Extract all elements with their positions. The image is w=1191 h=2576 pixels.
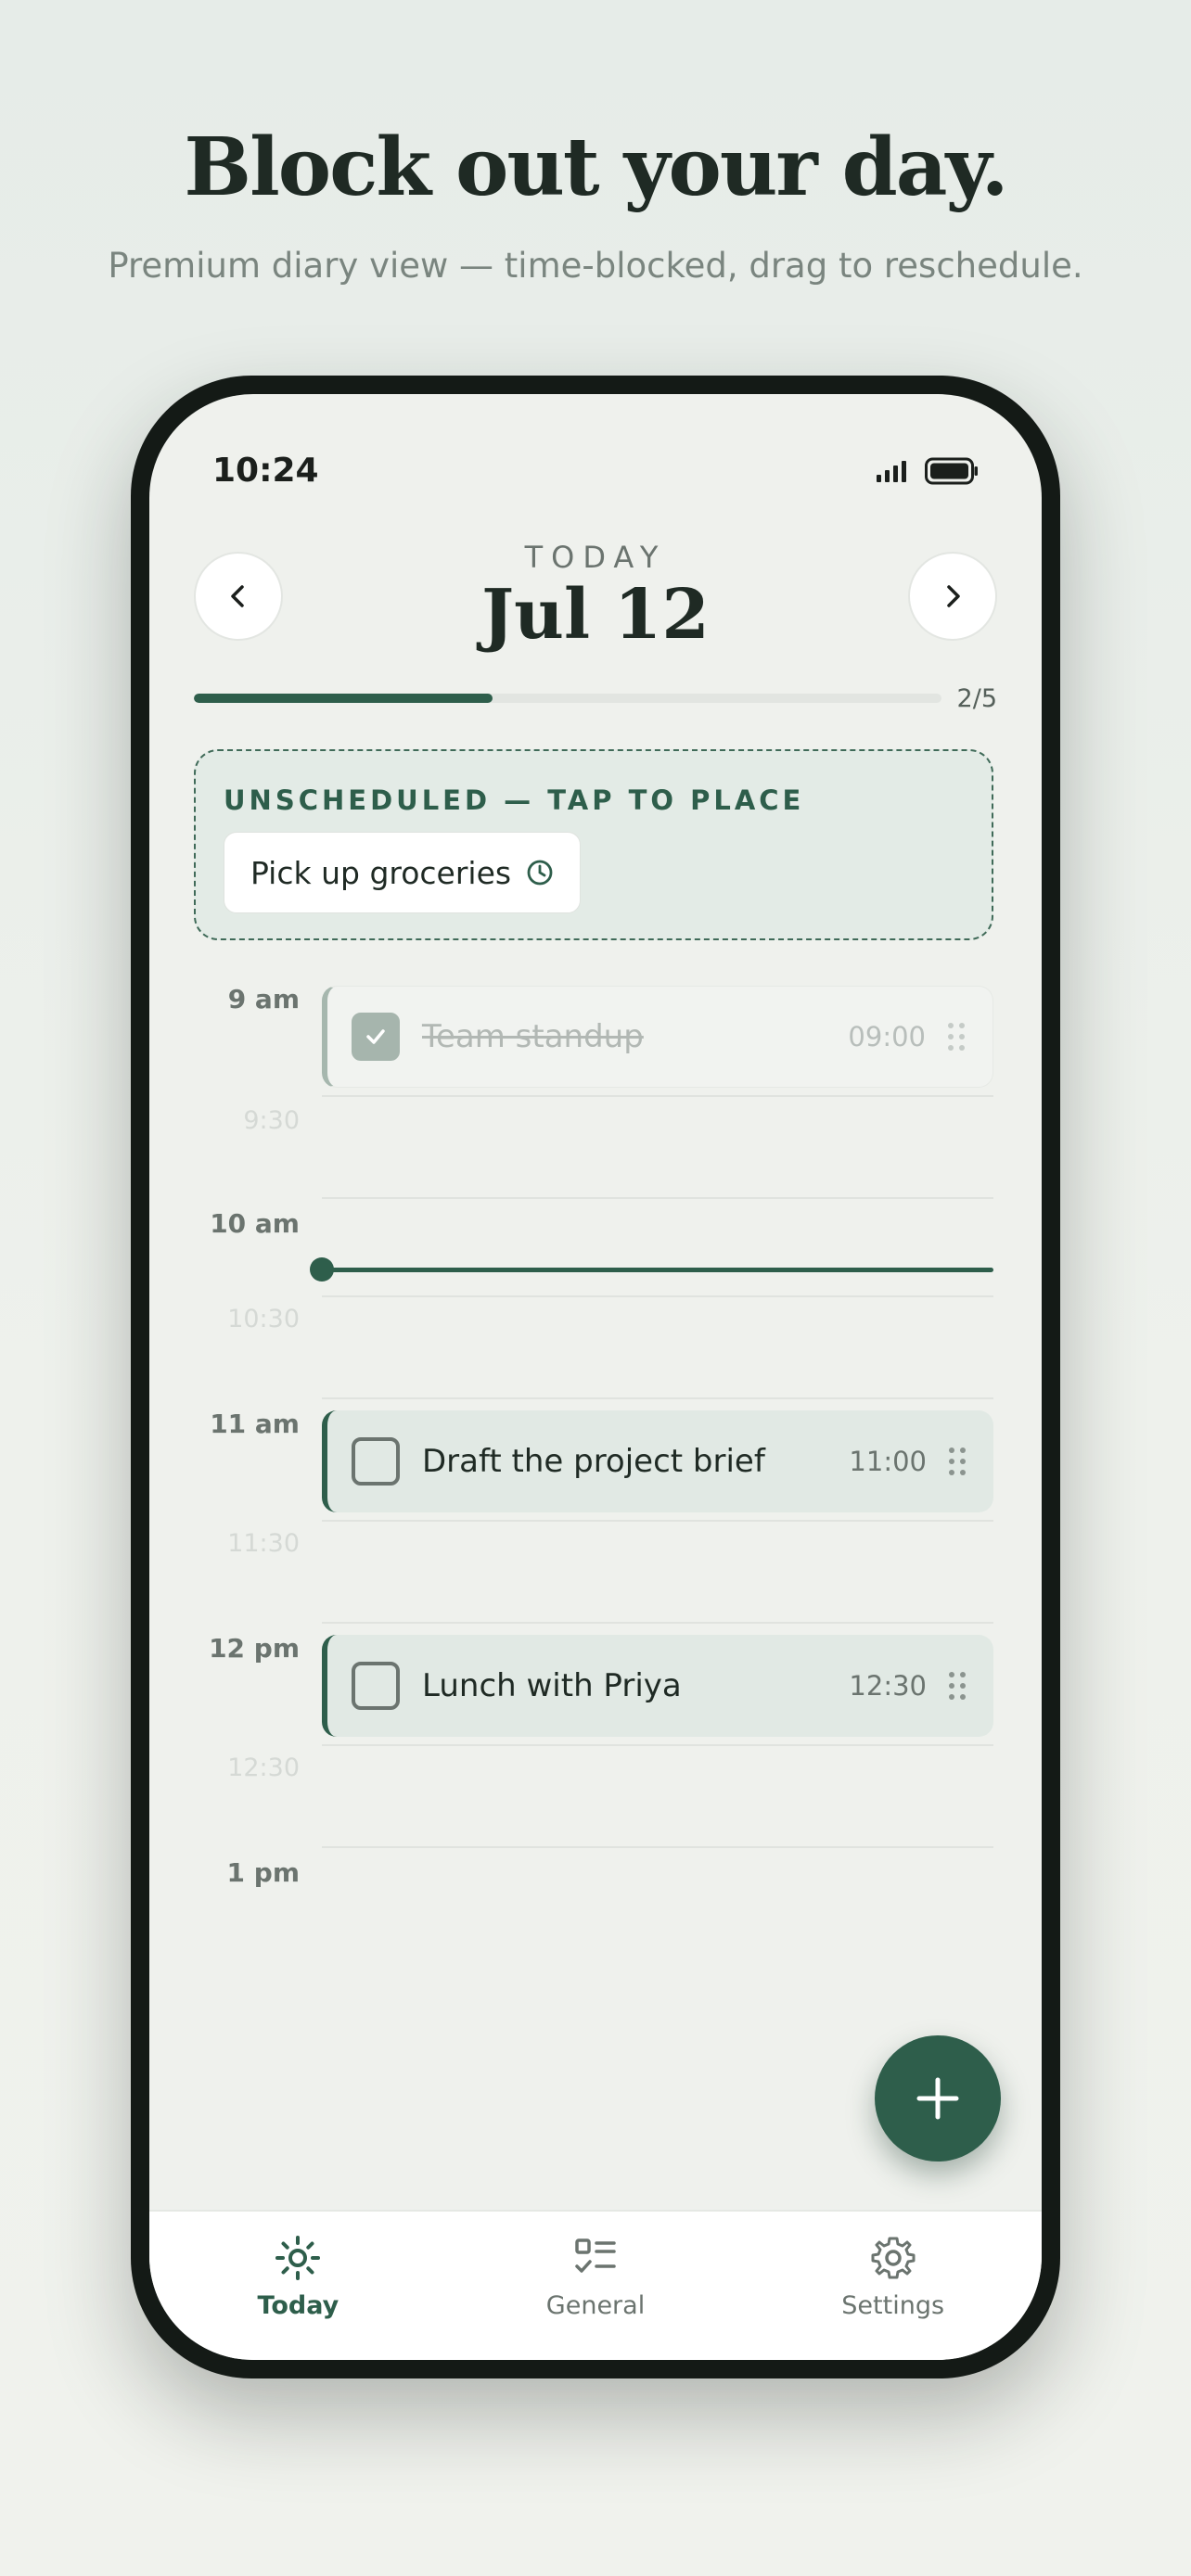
task-time: 09:00 — [848, 1021, 926, 1052]
tab-label: General — [545, 2291, 646, 2320]
checkmark-icon — [366, 1029, 385, 1044]
tab-label: Today — [257, 2291, 339, 2320]
task-checkbox[interactable] — [352, 1662, 400, 1710]
grid-line — [322, 1295, 993, 1297]
next-day-button[interactable] — [908, 552, 997, 641]
today-eyebrow: TODAY — [524, 540, 667, 575]
drag-handle-icon[interactable] — [949, 1447, 966, 1475]
grid-line — [322, 1622, 993, 1624]
half-hour-label: 12:30 — [227, 1753, 300, 1782]
signal-icon — [877, 461, 906, 482]
status-time: 10:24 — [212, 452, 319, 490]
unscheduled-label: UNSCHEDULED — TAP TO PLACE — [224, 784, 805, 816]
chevron-right-icon — [947, 585, 960, 607]
status-icons — [877, 457, 979, 485]
task-card-lunch[interactable]: Lunch with Priya 12:30 — [322, 1635, 993, 1737]
unscheduled-task-chip[interactable]: Pick up groceries — [224, 832, 582, 913]
sun-icon — [275, 2236, 321, 2280]
half-hour-label: 9:30 — [243, 1106, 300, 1135]
hero-title: Block out your day. — [184, 121, 1008, 214]
grid-line — [322, 1197, 993, 1199]
gear-icon — [871, 2237, 916, 2279]
grid-line — [322, 1520, 993, 1522]
task-checkbox[interactable] — [352, 1437, 400, 1486]
tab-general[interactable]: General — [447, 2212, 745, 2360]
hour-label: 9 am — [227, 984, 300, 1014]
plus-icon — [916, 2077, 959, 2120]
current-time-dot — [310, 1257, 334, 1282]
current-time-line — [322, 1268, 993, 1272]
half-hour-label: 10:30 — [227, 1305, 300, 1333]
date-title: Jul 12 — [481, 575, 710, 655]
task-time: 11:00 — [849, 1446, 927, 1477]
task-checkbox[interactable] — [352, 1013, 400, 1061]
hour-label: 10 am — [210, 1208, 300, 1239]
progress-bar — [194, 694, 941, 703]
tab-today[interactable]: Today — [149, 2212, 447, 2360]
progress-fill — [194, 694, 493, 703]
grid-line — [322, 1846, 993, 1848]
hour-label: 12 pm — [209, 1633, 300, 1664]
app-screen: 10:24 TODAY Jul 12 2/5 UNSCHEDULED — TAP… — [149, 394, 1042, 2360]
drag-handle-icon[interactable] — [949, 1672, 966, 1700]
half-hour-label: 11:30 — [227, 1529, 300, 1558]
task-card-draft-brief[interactable]: Draft the project brief 11:00 — [322, 1410, 993, 1512]
hour-label: 11 am — [210, 1409, 300, 1439]
progress-count: 2/5 — [956, 684, 997, 713]
hour-label: 1 pm — [226, 1857, 300, 1888]
grid-line — [322, 1095, 993, 1097]
clock-icon — [527, 860, 553, 886]
task-title: Lunch with Priya — [422, 1667, 682, 1704]
grid-line — [322, 1744, 993, 1746]
task-title: Team standup — [422, 1018, 644, 1055]
tab-label: Settings — [841, 2291, 945, 2320]
grid-line — [322, 1397, 993, 1399]
hero-subtitle: Premium diary view — time-blocked, drag … — [108, 246, 1083, 286]
battery-icon — [925, 457, 978, 485]
tab-bar: Today General Settings — [149, 2210, 1042, 2360]
phone-frame: 10:24 TODAY Jul 12 2/5 UNSCHEDULED — TAP… — [131, 376, 1060, 2378]
task-title: Draft the project brief — [422, 1443, 765, 1480]
unscheduled-dropzone[interactable]: UNSCHEDULED — TAP TO PLACE Pick up groce… — [194, 749, 993, 940]
drag-handle-icon[interactable] — [948, 1023, 965, 1051]
checklist-icon — [575, 2238, 616, 2273]
task-time: 12:30 — [849, 1670, 927, 1702]
add-task-button[interactable] — [875, 2035, 1001, 2162]
chip-label: Pick up groceries — [250, 854, 512, 891]
task-card-team-standup[interactable]: Team standup 09:00 — [322, 986, 993, 1088]
tab-settings[interactable]: Settings — [744, 2212, 1042, 2360]
